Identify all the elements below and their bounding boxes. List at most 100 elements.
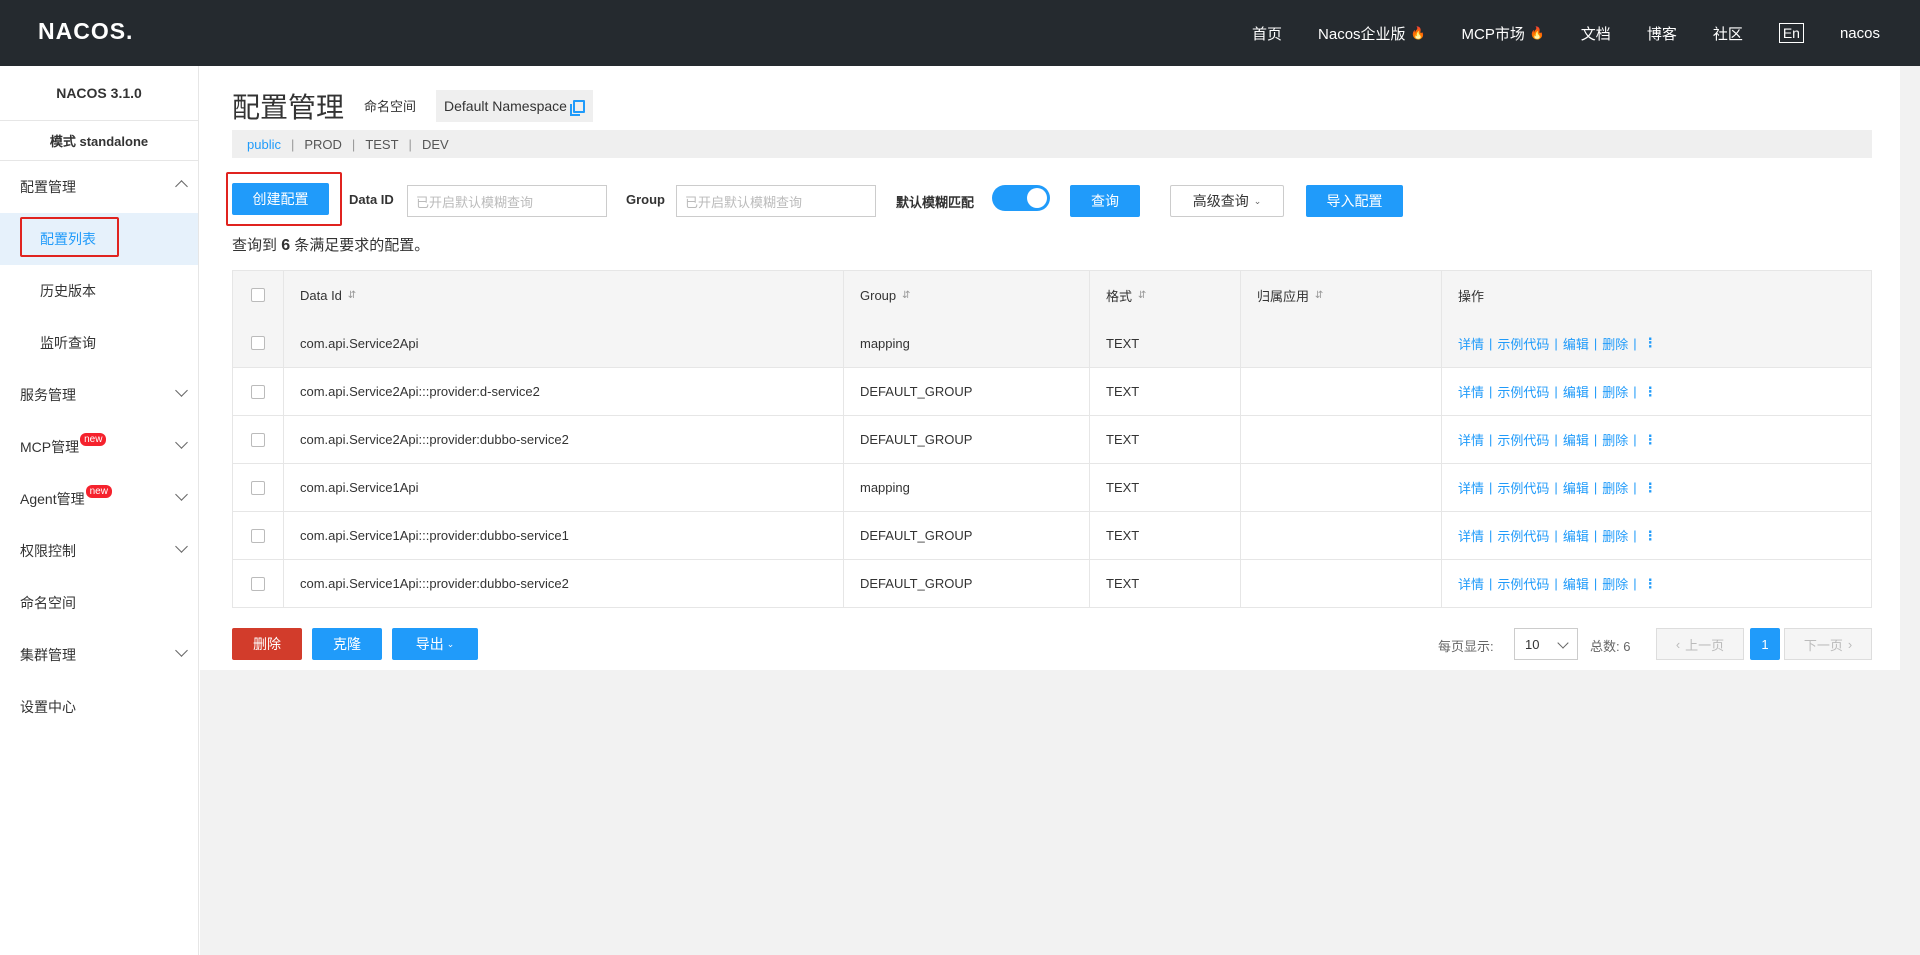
op-link[interactable]: 删除	[1602, 334, 1628, 353]
nav-home[interactable]: 首页	[1252, 23, 1282, 44]
export-label: 导出	[415, 636, 444, 652]
sidebar-item-listener[interactable]: 监听查询	[0, 317, 198, 369]
row-checkbox[interactable]	[251, 384, 265, 399]
op-link[interactable]: 详情	[1458, 478, 1484, 497]
row-checkbox[interactable]	[251, 576, 265, 591]
export-button[interactable]: 导出 ⌄	[392, 628, 478, 660]
nacos-logo[interactable]: NACOS.	[38, 18, 133, 45]
query-button[interactable]: 查询	[1070, 185, 1140, 217]
header-group[interactable]: Group ⇵	[843, 271, 1089, 319]
op-link[interactable]: 详情	[1458, 526, 1484, 545]
row-checkbox[interactable]	[251, 480, 265, 495]
op-link[interactable]: 删除	[1602, 574, 1628, 593]
advanced-query-label: 高级查询	[1192, 193, 1249, 209]
more-icon[interactable]: ⋮	[1644, 480, 1657, 496]
sidebar-item-config[interactable]: 配置管理	[0, 161, 198, 213]
sort-icon[interactable]: ⇵	[1138, 290, 1146, 301]
op-link[interactable]: 编辑	[1563, 526, 1589, 545]
op-link[interactable]: 详情	[1458, 430, 1484, 449]
tab-prod[interactable]: PROD	[304, 137, 342, 152]
sidebar-item-label: 服务管理	[20, 387, 76, 403]
op-separator: |	[1593, 576, 1598, 591]
sidebar-item-auth[interactable]: 权限控制	[0, 525, 198, 577]
create-config-button[interactable]: 创建配置	[232, 183, 329, 215]
sidebar-item-cluster[interactable]: 集群管理	[0, 629, 198, 681]
sidebar-item-agent[interactable]: Agent管理 new	[0, 473, 198, 525]
namespace-display: Default Namespace	[436, 90, 593, 122]
op-separator: |	[1633, 432, 1637, 447]
header-dataid[interactable]: Data Id ⇵	[283, 271, 843, 319]
op-link[interactable]: 示例代码	[1497, 478, 1549, 497]
group-input[interactable]: 已开启默认模糊查询	[676, 185, 876, 217]
op-link[interactable]: 示例代码	[1497, 334, 1549, 353]
op-link[interactable]: 编辑	[1563, 334, 1589, 353]
tab-dev[interactable]: DEV	[422, 137, 449, 152]
select-all-checkbox[interactable]	[251, 288, 265, 302]
op-link[interactable]: 示例代码	[1497, 430, 1549, 449]
nav-enterprise[interactable]: Nacos企业版 🔥	[1318, 23, 1425, 44]
more-icon[interactable]: ⋮	[1644, 335, 1657, 351]
op-link[interactable]: 编辑	[1563, 574, 1589, 593]
fuzzy-match-toggle[interactable]	[992, 185, 1050, 211]
language-switch[interactable]: En	[1778, 23, 1804, 43]
op-link[interactable]: 编辑	[1563, 478, 1589, 497]
sidebar-item-mcp[interactable]: MCP管理 new	[0, 421, 198, 473]
page-number[interactable]: 1	[1750, 628, 1780, 660]
header-format[interactable]: 格式 ⇵	[1089, 271, 1240, 319]
vertical-scrollbar[interactable]	[1900, 66, 1920, 684]
tab-test[interactable]: TEST	[365, 137, 398, 152]
more-icon[interactable]: ⋮	[1644, 432, 1657, 448]
user-menu[interactable]: nacos	[1840, 25, 1880, 42]
op-separator: |	[1554, 384, 1558, 399]
sidebar-item-service[interactable]: 服务管理	[0, 369, 198, 421]
sidebar-item-settings[interactable]: 设置中心	[0, 681, 198, 733]
sort-icon[interactable]: ⇵	[902, 290, 910, 301]
nav-mcp-market[interactable]: MCP市场 🔥	[1462, 23, 1545, 44]
import-config-button[interactable]: 导入配置	[1306, 185, 1403, 217]
op-separator: |	[1593, 335, 1598, 351]
op-link[interactable]: 删除	[1602, 430, 1628, 449]
prev-label: 上一页	[1685, 637, 1725, 653]
op-link[interactable]: 删除	[1602, 526, 1628, 545]
clone-button[interactable]: 克隆	[312, 628, 382, 660]
table-row: com.api.Service1Api:::provider:dubbo-ser…	[233, 511, 1871, 559]
op-link[interactable]: 删除	[1602, 478, 1628, 497]
page-size-select[interactable]: 10	[1514, 628, 1578, 660]
op-link[interactable]: 详情	[1458, 574, 1484, 593]
sidebar-item-history[interactable]: 历史版本	[0, 265, 198, 317]
op-link[interactable]: 示例代码	[1497, 382, 1549, 401]
page-size-value: 10	[1525, 636, 1540, 652]
sidebar-item-config-list[interactable]: 配置列表	[0, 213, 198, 265]
op-link[interactable]: 编辑	[1563, 430, 1589, 449]
op-link[interactable]: 编辑	[1563, 382, 1589, 401]
prev-page-button[interactable]: ‹ 上一页	[1656, 628, 1744, 660]
tab-public[interactable]: public	[247, 137, 281, 152]
sidebar-item-namespace[interactable]: 命名空间	[0, 577, 198, 629]
more-icon[interactable]: ⋮	[1644, 576, 1657, 592]
advanced-query-button[interactable]: 高级查询 ⌄	[1170, 185, 1284, 217]
op-separator: |	[1554, 432, 1558, 447]
op-link[interactable]: 示例代码	[1497, 574, 1549, 593]
row-checkbox[interactable]	[251, 432, 265, 447]
nav-blog[interactable]: 博客	[1647, 23, 1677, 44]
header-app[interactable]: 归属应用 ⇵	[1240, 271, 1441, 319]
row-checkbox[interactable]	[251, 336, 265, 350]
horizontal-scrollbar[interactable]	[200, 670, 1900, 684]
nav-community[interactable]: 社区	[1713, 23, 1743, 44]
table-row: com.api.Service1Api mapping TEXT 详情 | 示例代码 | 编辑…	[233, 463, 1871, 511]
nav-docs[interactable]: 文档	[1581, 23, 1611, 44]
op-link[interactable]: 详情	[1458, 334, 1484, 353]
op-link[interactable]: 详情	[1458, 382, 1484, 401]
next-page-button[interactable]: 下一页 ›	[1784, 628, 1872, 660]
op-link[interactable]: 删除	[1602, 382, 1628, 401]
dataid-input[interactable]: 已开启默认模糊查询	[407, 185, 607, 217]
more-icon[interactable]: ⋮	[1644, 384, 1657, 400]
copy-icon[interactable]	[569, 99, 585, 116]
sort-icon[interactable]: ⇵	[1315, 290, 1323, 301]
cell-format: TEXT	[1089, 368, 1240, 415]
op-link[interactable]: 示例代码	[1497, 526, 1549, 545]
delete-button[interactable]: 删除	[232, 628, 302, 660]
sort-icon[interactable]: ⇵	[348, 290, 356, 301]
more-icon[interactable]: ⋮	[1644, 528, 1657, 544]
row-checkbox[interactable]	[251, 528, 265, 543]
